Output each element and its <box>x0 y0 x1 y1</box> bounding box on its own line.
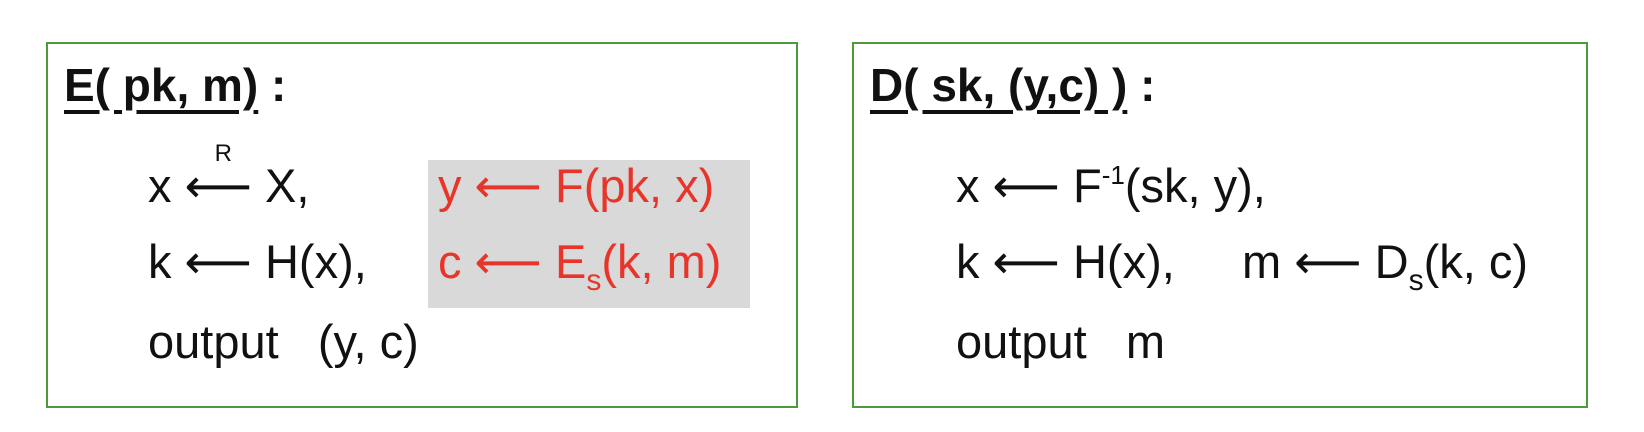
dec-m-suffix: (k, c) <box>1423 235 1529 288</box>
dec-m-prefix: m ⟵ D <box>1242 235 1409 288</box>
encryption-title-colon: : <box>258 59 287 111</box>
enc-line-2-right: c ⟵ Es(k, m) <box>438 238 721 296</box>
dec-line-3: output m <box>956 315 1165 368</box>
decryption-title-text: D( sk, (y,c) ) <box>870 59 1128 111</box>
enc-c-suffix: (k, m) <box>601 235 722 288</box>
encryption-title-text: E( pk, m) <box>64 59 259 111</box>
encryption-title: E( pk, m) : <box>64 62 286 108</box>
enc-line-1-right: y ⟵ F(pk, x) <box>438 159 715 212</box>
random-label: R <box>214 140 232 167</box>
dec-line-2-left: k ⟵ H(x), <box>956 235 1175 288</box>
enc-c-prefix: c ⟵ E <box>438 235 587 288</box>
enc-line-3: output (y, c) <box>148 315 419 368</box>
dec-m-sub: s <box>1408 264 1424 297</box>
enc-c-sub: s <box>586 264 602 297</box>
enc-line-2: k ⟵ H(x), <box>148 235 367 288</box>
dec-line-2-right: m ⟵ Ds(k, c) <box>1242 238 1528 296</box>
dec-line-1: x ⟵ F-1(sk, y), <box>956 162 1266 209</box>
random-sample-arrow: ⟵ R <box>185 142 252 210</box>
dec-inverse-sup: -1 <box>1101 160 1125 190</box>
decryption-title: D( sk, (y,c) ) : <box>870 62 1155 108</box>
enc-set-x: X, <box>251 159 310 212</box>
enc-var-x: x <box>148 159 172 212</box>
enc-line-1: x ⟵ R X, <box>148 142 310 212</box>
dec-x-suffix: (sk, y), <box>1124 159 1266 212</box>
dec-x-prefix: x ⟵ F <box>956 159 1102 212</box>
decryption-title-colon: : <box>1127 59 1156 111</box>
